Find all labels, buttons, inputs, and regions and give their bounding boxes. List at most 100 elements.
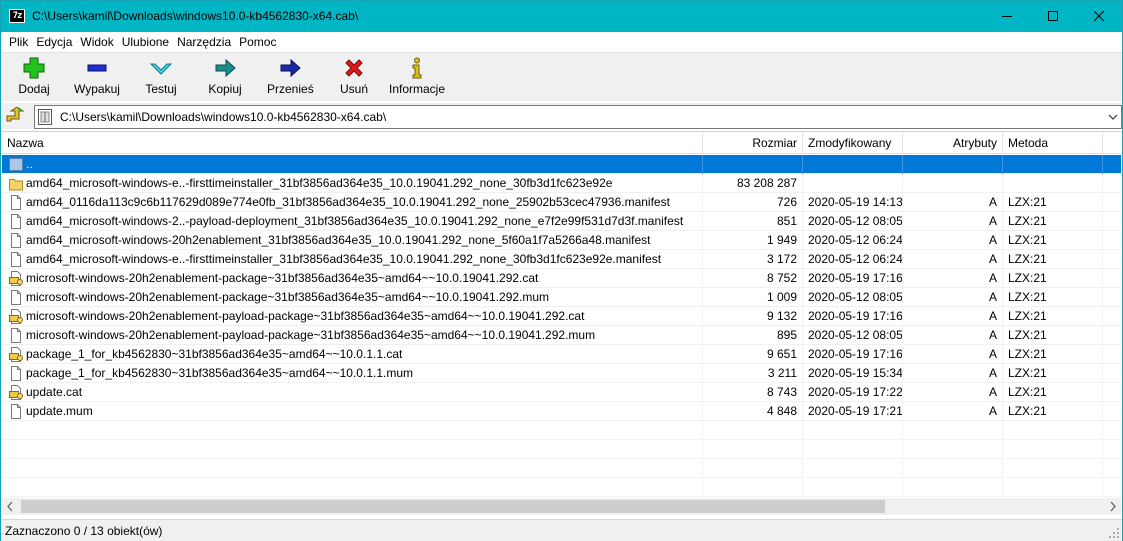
list-item[interactable]: microsoft-windows-20h2enablement-package… [2,288,1121,307]
title-bar[interactable]: 7z C:\Users\kamil\Downloads\windows10.0-… [1,1,1122,32]
empty-row [2,459,1121,478]
column-name[interactable]: Nazwa [2,132,703,154]
up-folder-button[interactable] [5,106,25,125]
add-button[interactable]: Dodaj [15,56,53,100]
item-name: .. [2,155,703,174]
menu-view[interactable]: Widok [72,35,113,49]
delete-x-icon [345,59,363,77]
item-attributes: A [903,307,1003,326]
grid-line [2,459,1103,478]
item-modified: 2020-05-12 08:05 [803,288,903,307]
item-method: LZX:21 [1003,269,1103,288]
item-size: 8 743 [703,383,803,402]
address-field[interactable]: C:\Users\kamil\Downloads\windows10.0-kb4… [34,105,1122,129]
column-size[interactable]: Rozmiar [703,132,803,154]
minimize-button[interactable] [984,1,1030,32]
item-modified: 2020-05-19 14:13 [803,193,903,212]
column-attributes[interactable]: Atrybuty [903,132,1003,154]
maximize-button[interactable] [1030,1,1076,32]
file-list[interactable]: Nazwa Rozmiar Zmodyfikowany Atrybuty Met… [2,131,1121,518]
item-name: amd64_microsoft-windows-e..-firsttimeins… [2,174,703,193]
item-name: microsoft-windows-20h2enablement-payload… [2,307,703,326]
item-attributes: A [903,383,1003,402]
info-label: Informacje [388,82,446,96]
minimize-icon [1001,16,1012,17]
close-button[interactable] [1076,1,1122,32]
menu-edit[interactable]: Edycja [28,35,72,49]
list-item[interactable]: microsoft-windows-20h2enablement-payload… [2,326,1121,345]
move-button[interactable]: Przenieś [267,56,314,100]
item-size: 1 949 [703,231,803,250]
list-item[interactable]: amd64_microsoft-windows-2..-payload-depl… [2,212,1121,231]
menu-tools[interactable]: Narzędzia [169,35,231,49]
resize-grip-icon[interactable] [1108,527,1120,539]
item-size: 83 208 287 [703,174,803,193]
item-attributes: A [903,269,1003,288]
chevron-down-icon[interactable] [1107,110,1119,124]
item-modified: 2020-05-19 17:21 [803,402,903,421]
item-modified: 2020-05-12 08:05 [803,212,903,231]
delete-button[interactable]: Usuń [337,56,371,100]
item-name: amd64_microsoft-windows-2..-payload-depl… [2,212,703,231]
list-item[interactable]: amd64_microsoft-windows-e..-firsttimeins… [2,250,1121,269]
menu-help[interactable]: Pomoc [231,35,276,49]
item-name: microsoft-windows-20h2enablement-payload… [2,326,703,345]
test-label: Testuj [145,82,177,96]
item-method [1003,155,1103,174]
horizontal-scrollbar[interactable] [2,498,1121,515]
empty-row [2,478,1121,497]
item-attributes: A [903,326,1003,345]
address-bar: C:\Users\kamil\Downloads\windows10.0-kb4… [1,103,1122,129]
item-name: update.mum [2,402,703,421]
item-attributes: A [903,193,1003,212]
test-button[interactable]: Testuj [143,56,179,100]
item-attributes: A [903,364,1003,383]
item-method: LZX:21 [1003,364,1103,383]
delete-label: Usuń [339,82,368,96]
list-item[interactable]: package_1_for_kb4562830~31bf3856ad364e35… [2,345,1121,364]
menu-favorites[interactable]: Ulubione [114,35,169,49]
item-size [703,155,803,174]
7zip-app-icon[interactable]: 7z [9,9,25,23]
grid-line [2,421,1103,440]
item-modified [803,155,903,174]
copy-button[interactable]: Kopiuj [205,56,245,100]
list-item[interactable]: amd64_microsoft-windows-e..-firsttimeins… [2,174,1121,193]
item-method: LZX:21 [1003,383,1103,402]
column-modified[interactable]: Zmodyfikowany [803,132,903,154]
list-item[interactable]: package_1_for_kb4562830~31bf3856ad364e35… [2,364,1121,383]
toolbar: Dodaj Wypakuj Testuj Kopiuj Przenieś Usu… [1,52,1122,101]
menu-file[interactable]: Plik [1,35,28,49]
item-modified: 2020-05-19 17:16 [803,345,903,364]
list-item[interactable]: update.mum 4 848 2020-05-19 17:21 A LZX:21 [2,402,1121,421]
item-name: amd64_microsoft-windows-e..-firsttimeins… [2,250,703,269]
status-text: Zaznaczono 0 / 13 obiekt(ów) [5,524,163,538]
folder-up-icon [6,106,25,122]
item-modified: 2020-05-19 17:16 [803,307,903,326]
list-item[interactable]: amd64_microsoft-windows-20h2enablement_3… [2,231,1121,250]
item-modified: 2020-05-19 17:22 [803,383,903,402]
scroll-right-icon[interactable] [1104,498,1121,515]
list-item[interactable]: update.cat 8 743 2020-05-19 17:22 A LZX:21 [2,383,1121,402]
add-label: Dodaj [18,82,50,96]
item-method: LZX:21 [1003,402,1103,421]
scroll-left-icon[interactable] [2,498,19,515]
extract-button[interactable]: Wypakuj [72,56,122,100]
scrollbar-thumb[interactable] [21,500,885,513]
list-item[interactable]: microsoft-windows-20h2enablement-payload… [2,307,1121,326]
archive-icon [38,109,52,125]
list-rows: .. amd64_microsoft-windows-e..-firsttimei… [2,155,1121,497]
item-attributes: A [903,345,1003,364]
list-item[interactable]: .. [2,155,1121,174]
copy-arrow-icon [215,58,236,78]
window-title: C:\Users\kamil\Downloads\windows10.0-kb4… [32,9,359,23]
grid-line [2,478,1103,497]
item-size: 9 651 [703,345,803,364]
list-item[interactable]: amd64_0116da113c9c6b117629d089e774e0fb_3… [2,193,1121,212]
item-size: 9 132 [703,307,803,326]
item-attributes: A [903,402,1003,421]
list-item[interactable]: microsoft-windows-20h2enablement-package… [2,269,1121,288]
address-path: C:\Users\kamil\Downloads\windows10.0-kb4… [60,110,387,124]
column-method[interactable]: Metoda [1003,132,1103,154]
info-button[interactable]: Informacje [387,56,447,100]
